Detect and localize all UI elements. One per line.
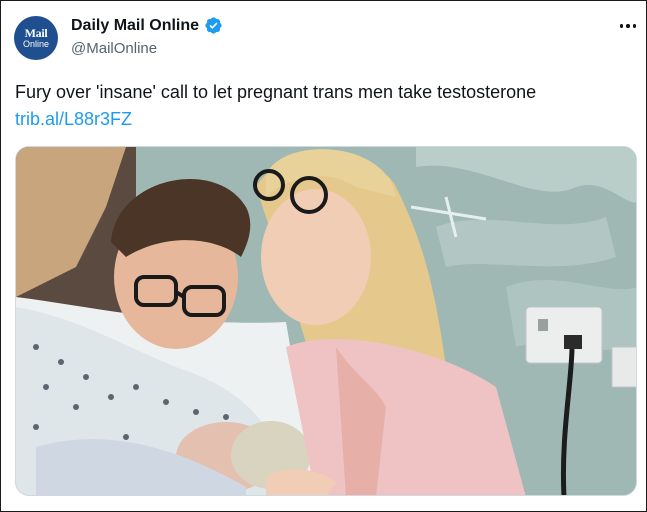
wall-switch — [611, 346, 636, 388]
avatar-logo-line2: Online — [22, 39, 49, 49]
tweet-card: Mail Online Daily Mail Online @MailOnlin… — [0, 0, 647, 512]
verified-badge-icon[interactable] — [204, 16, 223, 35]
avatar[interactable]: Mail Online — [14, 16, 58, 60]
tweet-text: Fury over 'insane' call to let pregnant … — [15, 82, 537, 102]
socket-hole — [538, 319, 548, 331]
tweet-photo[interactable] — [15, 146, 637, 496]
display-name[interactable]: Daily Mail Online — [71, 17, 199, 35]
more-horizontal-icon[interactable] — [617, 19, 639, 33]
tweet-link[interactable]: trib.al/L88r3FZ — [15, 109, 132, 130]
author-name-row: Daily Mail Online — [71, 16, 223, 35]
photo-illustration — [16, 147, 636, 495]
avatar-logo-line1: Mail — [24, 26, 48, 40]
more-dot — [632, 24, 637, 28]
more-dot — [626, 24, 630, 28]
handle[interactable]: @MailOnline — [71, 40, 157, 57]
more-dot — [619, 24, 624, 28]
wall-leaf — [436, 217, 616, 267]
socket-plug — [564, 335, 582, 349]
